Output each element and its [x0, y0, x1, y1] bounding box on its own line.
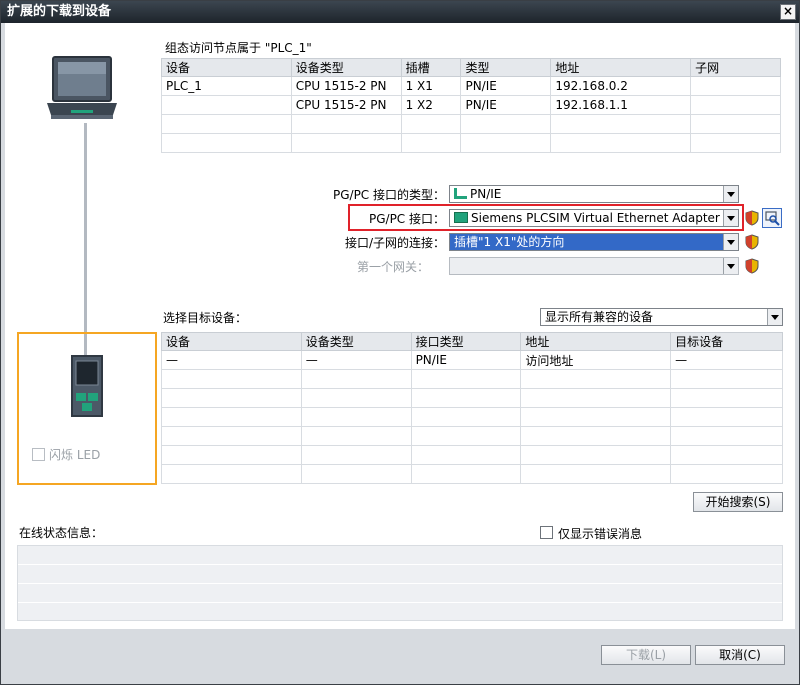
table-row	[161, 133, 781, 153]
cell-address: 192.168.0.2	[550, 76, 692, 96]
chevron-down-icon[interactable]	[723, 186, 738, 202]
network-connection-line	[84, 123, 87, 355]
online-status-caption: 在线状态信息：	[19, 526, 104, 540]
download-button[interactable]: 下载(L)	[601, 645, 691, 665]
title-bar: 扩展的下载到设备 ×	[1, 1, 799, 23]
table-row	[161, 369, 783, 389]
shield-icon[interactable]	[745, 258, 759, 274]
cell-device	[161, 95, 292, 115]
chevron-down-icon[interactable]	[723, 234, 738, 250]
dialog-body: 闪烁 LED 组态访问节点属于 "PLC_1" 设备 设备类型 插槽 类型 地址…	[5, 23, 795, 629]
network-port-icon	[454, 188, 467, 199]
first-gateway-label: 第一个网关：	[356, 260, 429, 274]
plc-device-icon	[71, 355, 103, 417]
nodes-col-device[interactable]: 设备	[161, 58, 292, 77]
pgpc-interface-value: Siemens PLCSIM Virtual Ethernet Adapter	[471, 211, 720, 225]
cell-address: 192.168.1.1	[550, 95, 692, 115]
download-dialog: 扩展的下载到设备 × 闪烁 LED 组态访问节点属于 "PLC_1" 设备 设备…	[0, 0, 800, 685]
window-title: 扩展的下载到设备	[7, 4, 112, 19]
cell-target-device: —	[670, 350, 783, 370]
interface-type-select[interactable]: PN/IE	[449, 185, 739, 203]
pgpc-interface-label: PG/PC 接口：	[368, 212, 445, 226]
cell-device: —	[161, 350, 302, 370]
nodes-caption: 组态访问节点属于 "PLC_1"	[165, 41, 312, 55]
chevron-down-icon[interactable]	[723, 210, 738, 226]
interface-type-label: PG/PC 接口的类型：	[332, 188, 445, 202]
table-row	[161, 407, 783, 427]
cell-subnet	[690, 76, 781, 96]
search-icon	[765, 211, 780, 226]
target-col-address[interactable]: 地址	[520, 332, 672, 351]
online-status-log	[17, 545, 783, 621]
pgpc-interface-select[interactable]: Siemens PLCSIM Virtual Ethernet Adapter	[449, 209, 739, 227]
subnet-connection-select[interactable]: 插槽"1 X1"处的方向	[449, 233, 739, 251]
start-search-button[interactable]: 开始搜索(S)	[693, 492, 783, 512]
errors-only-label: 仅显示错误消息	[558, 527, 643, 541]
chevron-down-icon[interactable]	[767, 309, 782, 325]
target-col-target-device[interactable]: 目标设备	[670, 332, 783, 351]
nodes-col-device-type[interactable]: 设备类型	[290, 58, 402, 77]
cell-device-type: —	[300, 350, 412, 370]
table-row	[161, 388, 783, 408]
target-col-interface-type[interactable]: 接口类型	[410, 332, 522, 351]
cell-slot: 1 X2	[400, 95, 462, 115]
cell-interface-type: PN/IE	[410, 350, 522, 370]
subnet-connection-label: 接口/子网的连接：	[344, 236, 445, 250]
pg-pc-laptop-icon	[47, 56, 117, 119]
table-row[interactable]: PLC_1 CPU 1515-2 PN 1 X1 PN/IE 192.168.0…	[161, 76, 781, 96]
cell-subnet	[690, 95, 781, 115]
cell-device-type: CPU 1515-2 PN	[290, 76, 402, 96]
first-gateway-select[interactable]	[449, 257, 739, 275]
table-row	[161, 464, 783, 484]
shield-icon[interactable]	[745, 210, 759, 226]
target-device-panel: 闪烁 LED	[17, 332, 157, 485]
nodes-col-subnet[interactable]: 子网	[690, 58, 781, 77]
cell-address: 访问地址	[520, 350, 672, 370]
errors-only-checkbox[interactable]	[540, 526, 553, 539]
cell-type: PN/IE	[460, 76, 552, 96]
nodes-col-type[interactable]: 类型	[460, 58, 552, 77]
cell-type: PN/IE	[460, 95, 552, 115]
adapter-properties-button[interactable]	[762, 208, 782, 228]
target-devices-table: 设备 设备类型 接口类型 地址 目标设备 — — PN/IE 访问地址 —	[161, 332, 783, 484]
subnet-connection-value: 插槽"1 X1"处的方向	[454, 235, 565, 249]
compatible-devices-filter-value: 显示所有兼容的设备	[545, 310, 654, 324]
cell-slot: 1 X1	[400, 76, 462, 96]
table-row[interactable]: CPU 1515-2 PN 1 X2 PN/IE 192.168.1.1	[161, 95, 781, 115]
cell-device: PLC_1	[161, 76, 292, 96]
network-adapter-icon	[454, 212, 468, 223]
nodes-col-slot[interactable]: 插槽	[400, 58, 462, 77]
chevron-down-icon[interactable]	[723, 258, 738, 274]
target-col-device-type[interactable]: 设备类型	[300, 332, 412, 351]
interface-type-value: PN/IE	[470, 187, 502, 201]
table-row[interactable]: — — PN/IE 访问地址 —	[161, 350, 783, 370]
shield-icon[interactable]	[745, 234, 759, 250]
table-row	[161, 114, 781, 134]
cell-device-type: CPU 1515-2 PN	[290, 95, 402, 115]
flash-led-checkbox[interactable]	[32, 448, 45, 461]
configured-nodes-table: 设备 设备类型 插槽 类型 地址 子网 PLC_1 CPU 1515-2 PN …	[161, 58, 781, 153]
compatible-devices-filter[interactable]: 显示所有兼容的设备	[540, 308, 783, 326]
table-row	[161, 426, 783, 446]
flash-led-label: 闪烁 LED	[49, 448, 101, 462]
close-button[interactable]: ×	[780, 4, 796, 20]
target-col-device[interactable]: 设备	[161, 332, 302, 351]
target-devices-caption: 选择目标设备：	[163, 311, 248, 325]
table-row	[161, 445, 783, 465]
nodes-col-address[interactable]: 地址	[550, 58, 692, 77]
cancel-button[interactable]: 取消(C)	[695, 645, 785, 665]
